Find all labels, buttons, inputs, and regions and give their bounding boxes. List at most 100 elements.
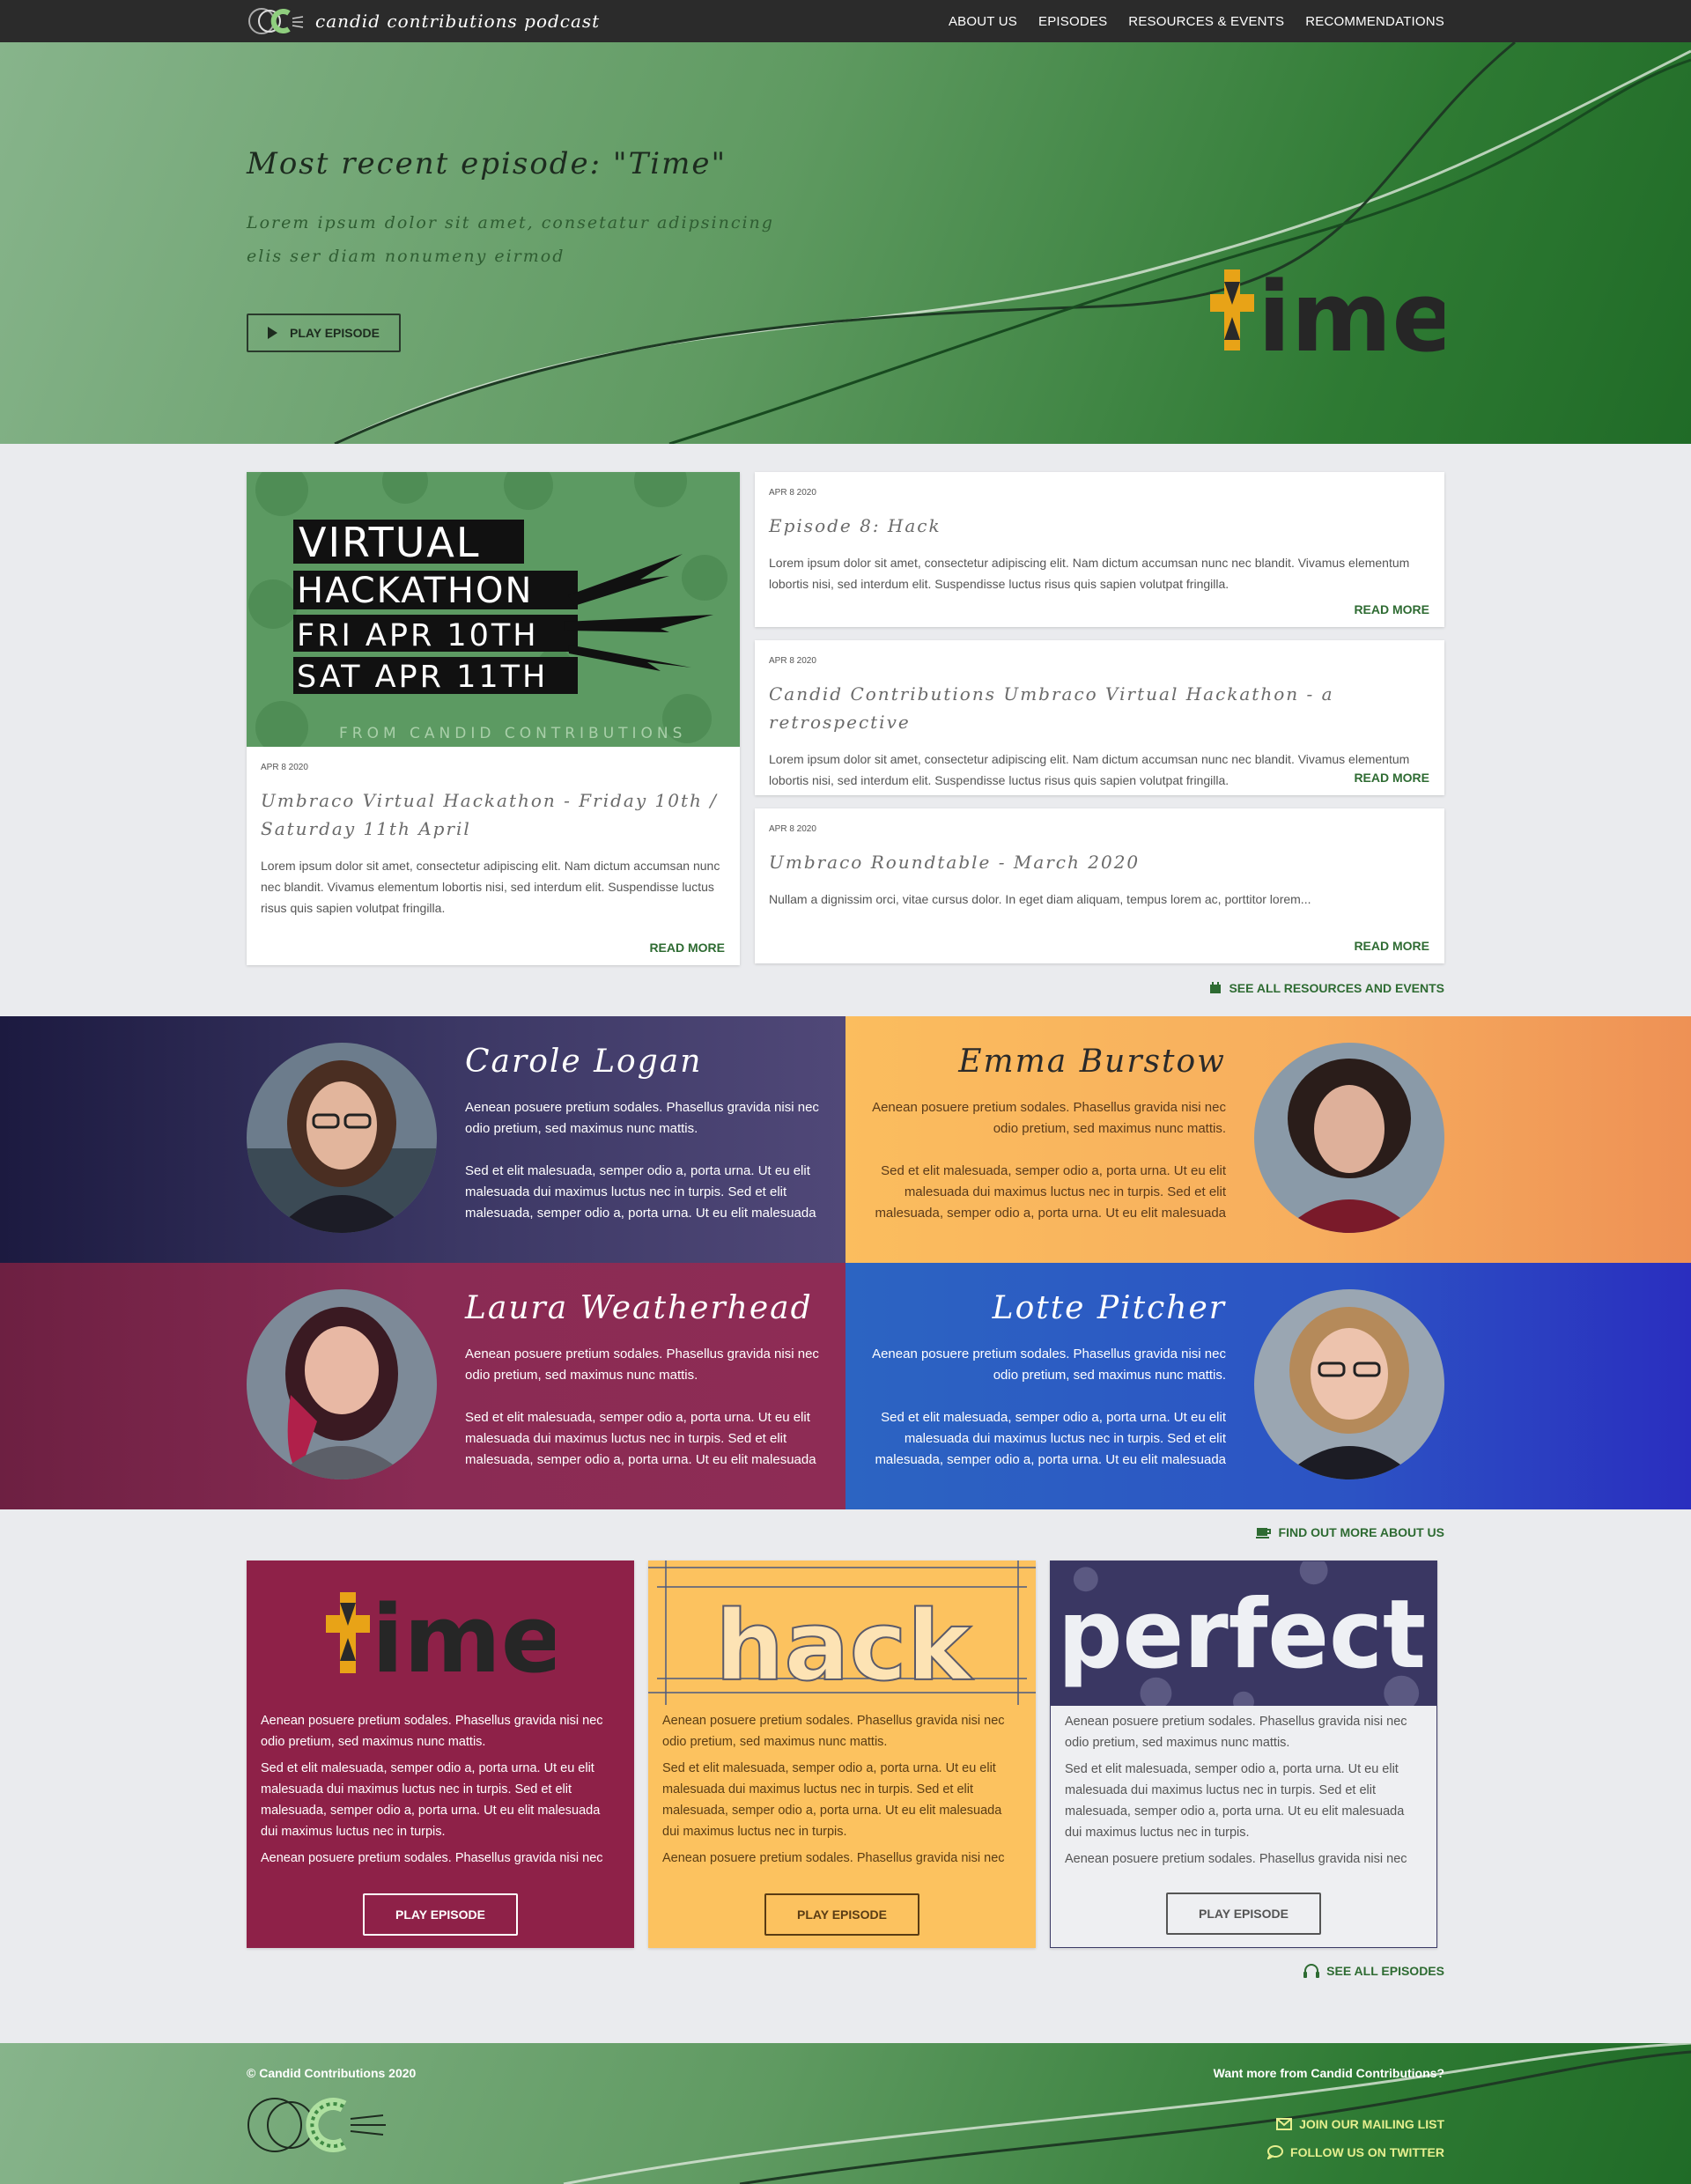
see-all-resources-link[interactable]: SEE ALL RESOURCES AND EVENTS [247,981,1444,995]
person-name: Laura Weatherhead [465,1290,813,1326]
nav-episodes[interactable]: EPISODES [1038,14,1107,29]
episode-text: Aenean posuere pretium sodales. Phasellu… [1065,1715,1407,1750]
see-all-episodes-label: SEE ALL EPISODES [1326,1964,1444,1978]
person-name: Lotte Pitcher [992,1290,1226,1326]
brand[interactable]: candid contributions podcast [247,6,600,36]
featured-card: VIRTUAL HACKATHON FRI APR 10TH SAT APR 1… [247,472,740,965]
perfect-episode-logo: perfect [1051,1561,1436,1706]
see-all-resources-label: SEE ALL RESOURCES AND EVENTS [1229,981,1444,995]
top-nav: candid contributions podcast ABOUT US EP… [0,0,1691,42]
episode-art-word: perfect [1058,1580,1426,1690]
person-bio: Sed et elit malesuada, semper odio a, po… [465,1163,816,1221]
time-episode-logo: ime [326,1589,555,1677]
read-more-link[interactable]: READ MORE [1354,939,1429,953]
person-bio: Sed et elit malesuada, semper odio a, po… [465,1410,816,1467]
person-name: Carole Logan [465,1044,703,1080]
post-list: APR 8 2020 Episode 8: Hack Lorem ipsum d… [755,472,1444,965]
avatar [247,1289,437,1479]
episode-art: perfect [1051,1561,1436,1706]
post-excerpt: Lorem ipsum dolor sit amet, consectetur … [769,556,1410,591]
episode-art: hack [648,1561,1036,1705]
hack-episode-logo: hack [648,1561,1036,1705]
mailing-list-link[interactable]: JOIN OUR MAILING LIST [1276,2117,1444,2131]
episode-card-hack: hack Aenean posuere pretium sodales. Pha… [648,1561,1036,1948]
nav-resources-events[interactable]: RESOURCES & EVENTS [1128,14,1284,29]
play-episode-button[interactable]: PLAY EPISODE [764,1893,919,1936]
brand-name: candid contributions podcast [315,11,601,32]
twitter-link[interactable]: FOLLOW US ON TWITTER [1267,2145,1444,2159]
avatar [1254,1289,1444,1479]
find-out-more-label: FIND OUT MORE ABOUT US [1278,1525,1444,1539]
episode-text: Sed et elit malesuada, semper odio a, po… [1065,1762,1405,1840]
post-title[interactable]: Umbraco Roundtable - March 2020 [769,848,1430,876]
person-bio: Aenean posuere pretium sodales. Phasellu… [872,1100,1226,1136]
person-bio: Sed et elit malesuada, semper odio a, po… [875,1410,1226,1467]
person-lotte: Lotte Pitcher Aenean posuere pretium sod… [846,1263,1691,1509]
post-title[interactable]: Episode 8: Hack [769,512,1430,540]
play-icon [268,327,277,339]
episode-text: Aenean posuere pretium sodales. Phasellu… [662,1714,1005,1749]
person-emma: Emma Burstow Aenean posuere pretium soda… [846,1016,1691,1263]
post-date: APR 8 2020 [769,488,816,498]
episode-text: Aenean posuere pretium sodales. Phasellu… [261,1714,603,1749]
news-section: VIRTUAL HACKATHON FRI APR 10TH SAT APR 1… [247,444,1444,995]
hero-text: Lorem ipsum dolor sit amet, consetatur a… [247,213,774,266]
time-logo-word: ime [1258,269,1444,358]
read-more-link[interactable]: READ MORE [1354,602,1429,616]
person-text: Lotte Pitcher Aenean posuere pretium sod… [865,1289,1226,1471]
episode-text: Sed et elit malesuada, semper odio a, po… [261,1761,601,1839]
footer: © Candid Contributions 2020 Want more fr… [0,2043,1691,2184]
episodes-section: FIND OUT MORE ABOUT US ime Aenean posuer… [247,1525,1444,1978]
headphones-icon [1303,1964,1320,1978]
episode-card-time: ime Aenean posuere pretium sodales. Phas… [247,1561,634,1948]
banner-line-1: VIRTUAL [299,519,481,566]
hackathon-banner: VIRTUAL HACKATHON FRI APR 10TH SAT APR 1… [247,472,740,747]
coffee-cup-icon [1255,1528,1271,1538]
post-excerpt: Nullam a dignissim orci, vitae cursus do… [769,892,1311,906]
post-card: APR 8 2020 Umbraco Roundtable - March 20… [755,808,1444,963]
play-episode-button[interactable]: PLAY EPISODE [363,1893,518,1936]
person-bio: Aenean posuere pretium sodales. Phasellu… [872,1347,1226,1383]
copyright: © Candid Contributions 2020 [247,2066,417,2080]
play-episode-button[interactable]: PLAY EPISODE [1166,1893,1321,1935]
person-text: Carole Logan Aenean posuere pretium soda… [465,1043,826,1224]
episode-text: Aenean posuere pretium sodales. Phasellu… [662,1851,1005,1865]
post-title[interactable]: Umbraco Virtual Hackathon - Friday 10th … [261,786,726,843]
post-excerpt: Lorem ipsum dolor sit amet, consectetur … [261,859,720,915]
episode-cards: ime Aenean posuere pretium sodales. Phas… [247,1561,1444,1948]
post-card: APR 8 2020 Candid Contributions Umbraco … [755,640,1444,795]
person-bio: Aenean posuere pretium sodales. Phasellu… [465,1100,819,1136]
person-text: Emma Burstow Aenean posuere pretium soda… [865,1043,1226,1224]
time-episode-logo: ime [1210,269,1444,358]
hero-play-button[interactable]: PLAY EPISODE [247,314,401,352]
read-more-link[interactable]: READ MORE [649,941,725,955]
banner-line-2: HACKATHON [297,571,533,611]
want-more-heading: Want more from Candid Contributions? [1213,2066,1444,2080]
post-title[interactable]: Candid Contributions Umbraco Virtual Hac… [769,680,1430,736]
avatar [1254,1043,1444,1233]
avatar [247,1043,437,1233]
logo-icon [248,8,304,34]
find-out-more-link[interactable]: FIND OUT MORE ABOUT US [247,1525,1444,1539]
post-excerpt: Lorem ipsum dolor sit amet, consectetur … [769,752,1410,787]
post-card: APR 8 2020 Episode 8: Hack Lorem ipsum d… [755,472,1444,627]
episode-text: Aenean posuere pretium sodales. Phasellu… [1065,1852,1407,1866]
read-more-link[interactable]: READ MORE [1354,771,1429,785]
featured-post: APR 8 2020 Umbraco Virtual Hackathon - F… [247,747,740,965]
nav-about-us[interactable]: ABOUT US [949,14,1017,29]
episode-art: ime [247,1561,634,1705]
episode-text: Sed et elit malesuada, semper odio a, po… [662,1761,1002,1839]
see-all-episodes-link[interactable]: SEE ALL EPISODES [247,1964,1444,1978]
calendar-icon [1210,982,1222,993]
post-date: APR 8 2020 [769,656,816,666]
team-section: Carole Logan Aenean posuere pretium soda… [0,1016,1691,1509]
person-laura: Laura Weatherhead Aenean posuere pretium… [0,1263,846,1509]
nav-recommendations[interactable]: RECOMMENDATIONS [1305,14,1444,29]
person-name: Emma Burstow [958,1044,1226,1080]
person-text: Laura Weatherhead Aenean posuere pretium… [465,1289,826,1471]
twitter-label: FOLLOW US ON TWITTER [1290,2145,1444,2159]
episode-art-word: ime [372,1589,555,1677]
banner-line-3: FRI APR 10TH [297,618,539,653]
hero-play-label: PLAY EPISODE [290,326,380,340]
post-date: APR 8 2020 [769,824,816,834]
